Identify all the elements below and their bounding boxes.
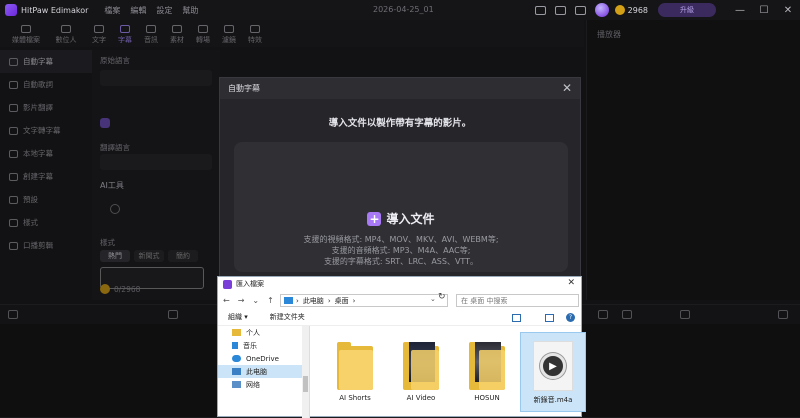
file-name: AI Video <box>406 394 436 402</box>
network-icon <box>232 381 241 388</box>
tree-item-label: 个人 <box>246 328 260 337</box>
message-icon[interactable] <box>574 5 586 15</box>
file-item-hosun[interactable]: HOSUN <box>454 332 520 412</box>
organize-button[interactable]: 組織 ▾ <box>228 312 248 322</box>
tree-item-music[interactable]: 音乐 <box>218 339 309 352</box>
title-bar: HitPaw Edimakor 檔案 編輯 設定 幫助 2026-04-25_0… <box>0 0 800 20</box>
coin-icon <box>614 5 625 15</box>
folder-icon <box>337 342 373 390</box>
gift-icon[interactable] <box>554 5 566 15</box>
file-item-ai-video[interactable]: AI Video <box>388 332 454 412</box>
file-name: AI Shorts <box>339 394 371 402</box>
credits-count: 2968 <box>627 5 648 15</box>
tree-item-network[interactable]: 网络 <box>218 378 309 391</box>
app-logo-icon <box>5 4 17 16</box>
editor-window: HitPaw Edimakor 檔案 編輯 設定 幫助 2026-04-25_0… <box>0 0 800 418</box>
video-formats: 支援的視頻格式: MP4、MOV、MKV、AVI、WEBM等; <box>303 235 499 244</box>
computer-icon <box>232 368 241 375</box>
file-dialog-titlebar: 匯入檔案 ✕ <box>218 277 581 291</box>
menu-bar: 檔案 編輯 設定 幫助 <box>104 5 198 16</box>
play-icon: ▶ <box>540 353 566 379</box>
refresh-icon[interactable]: ↻ <box>438 292 446 302</box>
history-dropdown-icon[interactable]: ⌄ <box>252 296 259 305</box>
subtitle-formats: 支援的字幕格式: SRT、LRC、ASS、VTT。 <box>323 257 479 266</box>
audio-formats: 支援的音頻格式: MP3、M4A、AAC等; <box>331 246 471 255</box>
close-icon[interactable]: ✕ <box>562 81 572 95</box>
file-item-ai-shorts[interactable]: AI Shorts <box>322 332 388 412</box>
forward-arrow-icon[interactable]: → <box>238 296 245 305</box>
folder-image-icon <box>469 342 505 390</box>
import-file-button[interactable]: + 導入文件 <box>234 210 568 227</box>
dialog-title: 自動字幕 <box>228 84 260 93</box>
address-bar[interactable]: › 此电脑 › 桌面 › <box>280 294 448 307</box>
tree-item-label: OneDrive <box>246 354 279 363</box>
menu-settings[interactable]: 設定 <box>156 5 172 16</box>
folder-image-icon <box>403 342 439 390</box>
upgrade-button[interactable]: 升級 <box>658 3 716 17</box>
help-icon[interactable]: ? <box>566 313 575 322</box>
tree-item-onedrive[interactable]: OneDrive <box>218 352 309 365</box>
nav-scrollbar[interactable] <box>302 326 309 418</box>
dialog-description: 導入文件以製作帶有字幕的影片。 <box>328 118 472 129</box>
computer-icon <box>284 297 293 304</box>
close-window-button[interactable]: ✕ <box>776 0 800 20</box>
project-name: 2026-04-25_01 <box>373 5 434 14</box>
menu-file[interactable]: 檔案 <box>104 5 120 16</box>
tree-item-label: 此电脑 <box>246 367 267 376</box>
view-options-icon[interactable] <box>512 314 521 322</box>
supported-formats: 支援的視頻格式: MP4、MOV、MKV、AVI、WEBM等; 支援的音頻格式:… <box>234 234 568 267</box>
cloud-icon <box>232 355 241 362</box>
breadcrumb-this-pc[interactable]: 此电脑 <box>303 296 324 306</box>
music-icon <box>232 342 238 349</box>
search-input[interactable]: 在 桌面 中搜索 <box>456 294 579 307</box>
preview-pane-icon[interactable] <box>545 314 554 322</box>
path-sep: › <box>327 296 331 305</box>
file-name: HOSUN <box>474 394 500 402</box>
path-sep: › <box>296 296 299 305</box>
calendar-icon[interactable] <box>534 5 546 15</box>
title-bar-right: 2968 升級 — ☐ ✕ <box>534 0 800 20</box>
navigation-pane: 个人 音乐 OneDrive 此电脑 网络 <box>218 326 310 418</box>
folder-icon <box>232 329 241 336</box>
import-file-dialog: 匯入檔案 ✕ ← → ⌄ ↑ › 此电脑 › 桌面 › ⌄ ↻ 在 桌面 中搜索… <box>217 276 586 418</box>
import-file-label: 導入文件 <box>386 212 435 226</box>
path-sep: › <box>352 296 356 305</box>
dialog-header: 自動字幕 ✕ <box>220 78 580 99</box>
menu-help[interactable]: 幫助 <box>182 5 198 16</box>
close-icon[interactable]: ✕ <box>567 278 575 288</box>
tree-item-personal[interactable]: 个人 <box>218 326 309 339</box>
plus-icon: + <box>367 211 382 226</box>
file-list: AI Shorts AI Video HOSUN ▶ 新錄音.m4a <box>314 326 586 418</box>
audio-file-icon: ▶ <box>533 341 573 391</box>
file-dialog-title: 匯入檔案 <box>236 280 264 288</box>
file-name: 新錄音.m4a <box>533 396 573 404</box>
file-dialog-commandbar: 組織 ▾ 新建文件夹 ? <box>218 309 581 326</box>
tree-item-this-pc[interactable]: 此电脑 <box>218 365 309 378</box>
auto-subtitle-dialog: 自動字幕 ✕ 導入文件以製作帶有字幕的影片。 + 導入文件 支援的視頻格式: M… <box>219 77 581 277</box>
tree-item-label: 音乐 <box>243 341 257 350</box>
app-name: HitPaw Edimakor <box>21 5 89 15</box>
search-placeholder: 在 桌面 中搜索 <box>461 296 508 305</box>
address-dropdown-icon[interactable]: ⌄ <box>430 295 436 303</box>
breadcrumb-desktop[interactable]: 桌面 <box>335 296 349 306</box>
minimize-button[interactable]: — <box>728 0 752 20</box>
up-arrow-icon[interactable]: ↑ <box>267 296 274 305</box>
avatar[interactable] <box>594 3 609 17</box>
menu-edit[interactable]: 編輯 <box>130 5 146 16</box>
maximize-button[interactable]: ☐ <box>752 0 776 20</box>
new-folder-button[interactable]: 新建文件夹 <box>270 312 305 322</box>
file-drop-zone[interactable]: + 導入文件 支援的視頻格式: MP4、MOV、MKV、AVI、WEBM等; 支… <box>234 142 568 272</box>
back-arrow-icon[interactable]: ← <box>223 296 230 305</box>
app-icon <box>223 279 232 289</box>
scrollbar-thumb[interactable] <box>303 376 308 392</box>
file-dialog-nav: ← → ⌄ ↑ › 此电脑 › 桌面 › ⌄ ↻ 在 桌面 中搜索 <box>218 291 581 309</box>
tree-item-label: 网络 <box>246 380 260 389</box>
file-item-recording[interactable]: ▶ 新錄音.m4a <box>520 332 586 412</box>
